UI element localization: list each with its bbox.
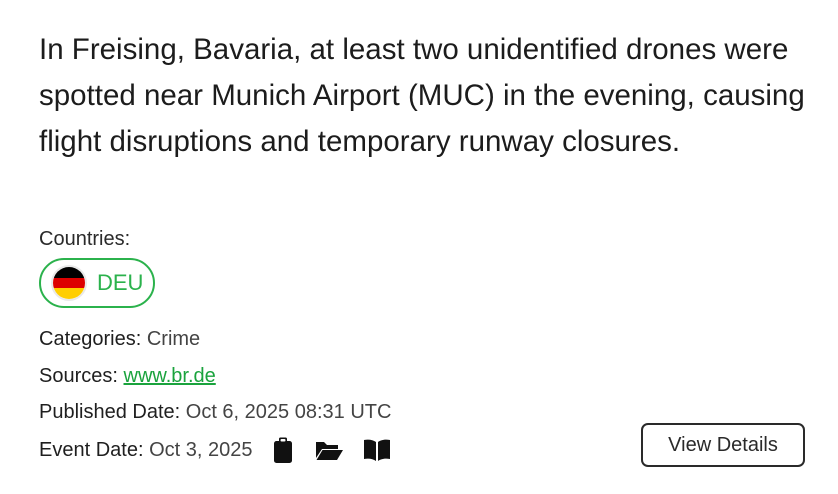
- categories-label: Categories:: [39, 328, 142, 350]
- country-chip-deu[interactable]: DEU: [39, 258, 155, 308]
- clipboard-icon[interactable]: [270, 436, 296, 464]
- germany-flag-icon: [51, 265, 87, 301]
- book-open-icon[interactable]: [362, 436, 392, 464]
- categories-value: Crime: [146, 328, 201, 350]
- sources-row: Sources: www.br.de: [39, 365, 216, 388]
- source-link[interactable]: www.br.de: [124, 365, 216, 387]
- country-code: DEU: [97, 270, 144, 295]
- event-date-value: Oct 3, 2025: [149, 438, 253, 461]
- event-date-label: Event Date:: [39, 438, 144, 461]
- event-date-row: Event Date: Oct 3, 2025: [39, 436, 392, 464]
- event-card: In Freising, Bavaria, at least two unide…: [0, 0, 838, 494]
- countries-label: Countries:: [39, 228, 131, 250]
- sources-label: Sources:: [39, 365, 118, 387]
- published-date-value: Oct 6, 2025 08:31 UTC: [185, 401, 392, 423]
- event-headline: In Freising, Bavaria, at least two unide…: [39, 33, 805, 158]
- published-date-label: Published Date:: [39, 401, 181, 423]
- view-details-button[interactable]: View Details: [641, 423, 805, 467]
- categories-row: Categories: Crime: [39, 328, 200, 351]
- published-date-row: Published Date: Oct 6, 2025 08:31 UTC: [39, 401, 391, 424]
- folder-open-icon[interactable]: [314, 436, 344, 464]
